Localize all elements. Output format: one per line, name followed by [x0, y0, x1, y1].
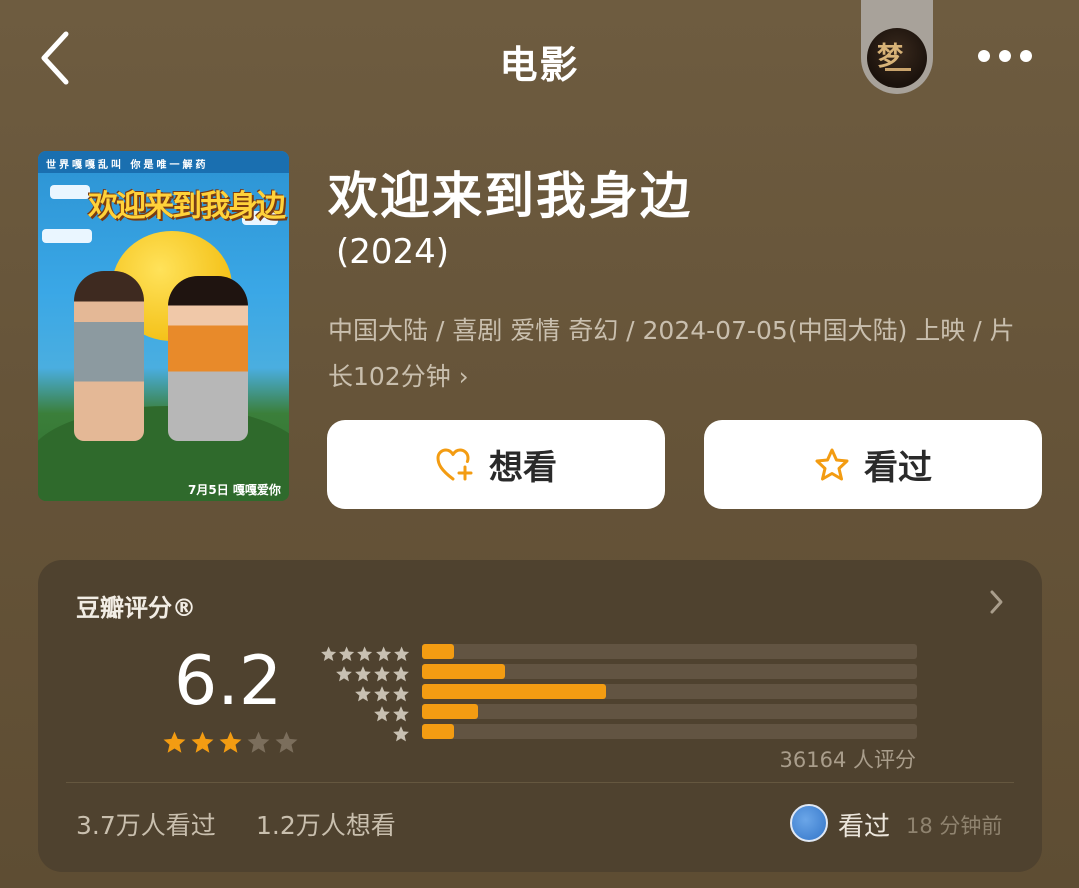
distribution-bar-track — [422, 724, 917, 739]
star-icon — [355, 666, 371, 682]
distribution-star-row — [320, 664, 410, 684]
star-filled-icon — [163, 731, 186, 753]
star-icon — [393, 646, 409, 662]
rating-distribution — [422, 644, 917, 744]
want-count[interactable]: 1.2万人想看 — [256, 806, 396, 842]
star-icon — [336, 666, 352, 682]
distribution-star-row — [320, 684, 410, 704]
star-icon — [815, 448, 849, 480]
movie-year: (2024) — [336, 232, 450, 272]
more-dot — [1020, 50, 1032, 62]
chevron-right-icon: › — [458, 362, 469, 391]
movie-meta[interactable]: 中国大陆 / 喜剧 爱情 奇幻 / 2024-07-05(中国大陆) 上映 / … — [328, 308, 1038, 400]
chevron-right-icon[interactable] — [986, 588, 1006, 616]
poster-title: 欢迎来到我身边 — [88, 189, 286, 224]
distribution-bar — [422, 704, 479, 719]
user-avatar-tab[interactable]: 梦 — [861, 0, 933, 94]
star-empty-icon — [275, 731, 298, 753]
want-to-watch-button[interactable]: 想看 — [327, 420, 665, 509]
more-dot — [978, 50, 990, 62]
distribution-bar-track — [422, 644, 917, 659]
star-icon — [393, 726, 409, 742]
my-avatar[interactable] — [790, 804, 828, 842]
rating-count: 36164 人评分 — [779, 748, 916, 772]
poster-tagline: 世界嘎嘎乱叫 你是唯一解药 — [38, 151, 289, 173]
distribution-bar-track — [422, 664, 917, 679]
distribution-bar — [422, 644, 454, 659]
movie-poster[interactable]: 世界嘎嘎乱叫 你是唯一解药 欢迎来到我身边 7月5日 嘎嘎爱你 — [38, 151, 289, 501]
star-icon — [357, 646, 373, 662]
distribution-bar — [422, 684, 607, 699]
watched-button[interactable]: 看过 — [704, 420, 1042, 509]
star-empty-icon — [247, 731, 270, 753]
distribution-bar-track — [422, 704, 917, 719]
poster-release-text: 7月5日 嘎嘎爱你 — [188, 483, 281, 497]
more-dot — [999, 50, 1011, 62]
movie-title: 欢迎来到我身边 — [328, 167, 692, 225]
rating-score: 6.2 — [174, 642, 283, 721]
star-icon — [393, 666, 409, 682]
more-icon[interactable] — [978, 50, 1032, 64]
star-icon — [355, 686, 371, 702]
distribution-star-row — [320, 644, 410, 664]
distribution-star-row — [320, 724, 410, 744]
distribution-star-row — [320, 704, 410, 724]
divider — [66, 782, 1014, 783]
star-icon — [374, 686, 390, 702]
avatar-decoration — [885, 68, 911, 71]
poster-actor — [74, 271, 144, 441]
poster-cloud — [50, 185, 90, 199]
star-filled-icon — [191, 731, 214, 753]
distribution-bar — [422, 664, 505, 679]
star-icon — [393, 686, 409, 702]
distribution-bar-track — [422, 684, 917, 699]
avatar[interactable]: 梦 — [867, 28, 927, 88]
want-to-watch-label: 想看 — [489, 448, 557, 488]
distribution-star-labels — [320, 644, 410, 744]
my-status-label: 看过 — [838, 812, 891, 842]
star-icon — [393, 706, 409, 722]
rating-stars — [162, 730, 299, 755]
rating-card[interactable]: 豆瓣评分® 6.2 36164 人评分 3.7万人看过 1.2万人想看 看过 1… — [38, 560, 1042, 872]
poster-actress — [168, 276, 248, 441]
my-status-time: 18 分钟前 — [906, 814, 1003, 838]
watched-label: 看过 — [864, 448, 932, 488]
star-icon — [374, 706, 390, 722]
star-filled-icon — [219, 731, 242, 753]
poster-cloud — [42, 229, 92, 243]
star-icon — [321, 646, 337, 662]
distribution-bar — [422, 724, 454, 739]
star-icon — [339, 646, 355, 662]
star-icon — [374, 666, 390, 682]
star-icon — [375, 646, 391, 662]
heart-plus-icon — [436, 448, 473, 480]
movie-meta-text: 中国大陆 / 喜剧 爱情 奇幻 / 2024-07-05(中国大陆) 上映 / … — [328, 316, 1015, 391]
watched-count[interactable]: 3.7万人看过 — [76, 806, 216, 842]
rating-title: 豆瓣评分® — [76, 594, 196, 622]
